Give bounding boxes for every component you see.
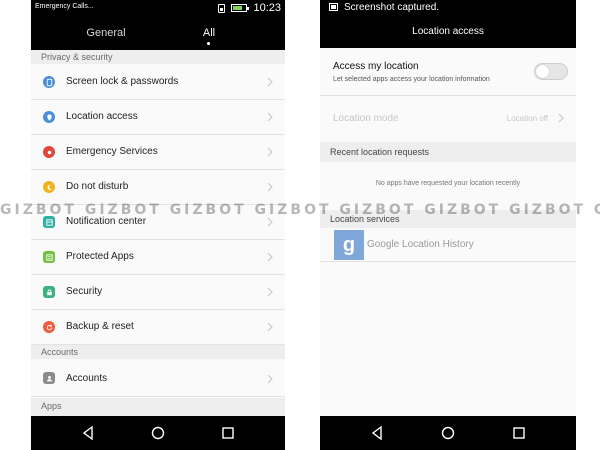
settings-item-notification-center[interactable]: Notification center xyxy=(31,206,285,240)
tab-general[interactable]: General xyxy=(56,16,156,50)
status-indicators: 10:23 xyxy=(218,1,281,15)
carrier-label: Emergency Calls... xyxy=(35,3,94,10)
settings-item-label: Security xyxy=(66,286,103,297)
settings-item-location-access[interactable]: Location access xyxy=(31,101,285,135)
location-mode-value: Location off xyxy=(506,114,548,123)
chevron-right-icon xyxy=(267,77,273,87)
recents-icon[interactable] xyxy=(220,425,236,441)
tab-all[interactable]: All xyxy=(159,16,259,50)
battery-icon xyxy=(231,4,250,12)
location-mode-label: Location mode xyxy=(333,113,399,124)
back-icon[interactable] xyxy=(369,425,385,441)
page-title: Location access xyxy=(320,16,576,48)
settings-item-label: Protected Apps xyxy=(66,251,134,262)
chevron-right-icon xyxy=(267,287,273,297)
settings-item-backup-reset[interactable]: Backup & reset xyxy=(31,311,285,345)
backup-icon xyxy=(43,321,55,333)
chevron-right-icon xyxy=(267,217,273,227)
settings-item-label: Notification center xyxy=(66,216,147,227)
back-icon[interactable] xyxy=(80,425,96,441)
google-icon: g xyxy=(334,230,364,260)
tab-bar: General All xyxy=(31,16,285,50)
location-mode-row[interactable]: Location mode Location off xyxy=(320,96,576,142)
sim-card-icon xyxy=(218,3,226,13)
moon-icon xyxy=(43,181,55,193)
settings-item-do-not-disturb[interactable]: Do not disturb xyxy=(31,171,285,205)
chevron-right-icon xyxy=(558,113,564,123)
lock-screen-icon xyxy=(43,76,55,88)
location-toggle[interactable] xyxy=(534,63,568,80)
service-google-location-history[interactable]: g Google Location History xyxy=(320,228,576,262)
access-subtitle: Let selected apps access your location i… xyxy=(333,76,490,83)
section-header-accounts: Accounts xyxy=(31,345,285,359)
tab-selected-indicator xyxy=(207,42,210,45)
settings-item-accounts[interactable]: Accounts xyxy=(31,361,285,397)
chevron-right-icon xyxy=(267,182,273,192)
chevron-right-icon xyxy=(267,112,273,122)
accounts-icon xyxy=(43,372,55,384)
settings-item-protected-apps[interactable]: Protected Apps xyxy=(31,241,285,275)
location-access-screen: Screenshot captured. Location access Acc… xyxy=(320,0,576,450)
toggle-knob xyxy=(536,65,549,78)
location-pin-icon xyxy=(43,111,55,123)
home-icon[interactable] xyxy=(150,425,166,441)
chevron-right-icon xyxy=(267,147,273,157)
recents-icon[interactable] xyxy=(511,425,527,441)
section-header-location-services: Location services xyxy=(320,210,576,228)
tab-all-label: All xyxy=(202,27,216,39)
settings-item-security[interactable]: Security xyxy=(31,276,285,310)
chevron-right-icon xyxy=(267,252,273,262)
notification-icon xyxy=(43,216,55,228)
settings-item-label: Location access xyxy=(66,111,138,122)
empty-state-message: No apps have requested your location rec… xyxy=(375,180,521,187)
status-bar: Emergency Calls... 10:23 xyxy=(31,0,285,16)
settings-item-emergency-services[interactable]: Emergency Services xyxy=(31,136,285,170)
settings-item-screen-lock[interactable]: Screen lock & passwords xyxy=(31,66,285,100)
service-label: Google Location History xyxy=(367,239,474,250)
chevron-right-icon xyxy=(267,374,273,384)
emergency-icon xyxy=(43,146,55,158)
security-lock-icon xyxy=(43,286,55,298)
status-bar: Screenshot captured. xyxy=(320,0,576,16)
clock: 10:23 xyxy=(253,2,281,14)
navigation-bar xyxy=(31,416,285,450)
access-my-location-row[interactable]: Access my location Let selected apps acc… xyxy=(320,48,576,96)
settings-screen: Emergency Calls... 10:23 General All Pri… xyxy=(31,0,285,450)
settings-item-label: Screen lock & passwords xyxy=(66,76,179,87)
settings-item-label: Backup & reset xyxy=(66,321,134,332)
navigation-bar xyxy=(320,416,576,450)
notification-text: Screenshot captured. xyxy=(344,2,440,13)
home-icon[interactable] xyxy=(440,425,456,441)
settings-item-label: Emergency Services xyxy=(66,146,158,157)
section-header-apps: Apps xyxy=(31,398,285,416)
settings-item-label: Do not disturb xyxy=(66,181,129,192)
section-header-recent-requests: Recent location requests xyxy=(320,142,576,162)
section-header-privacy: Privacy & security xyxy=(31,50,285,64)
chevron-right-icon xyxy=(267,322,273,332)
protected-apps-icon xyxy=(43,251,55,263)
settings-item-label: Accounts xyxy=(66,373,108,384)
access-title: Access my location xyxy=(333,61,419,72)
screenshot-icon xyxy=(329,3,338,11)
